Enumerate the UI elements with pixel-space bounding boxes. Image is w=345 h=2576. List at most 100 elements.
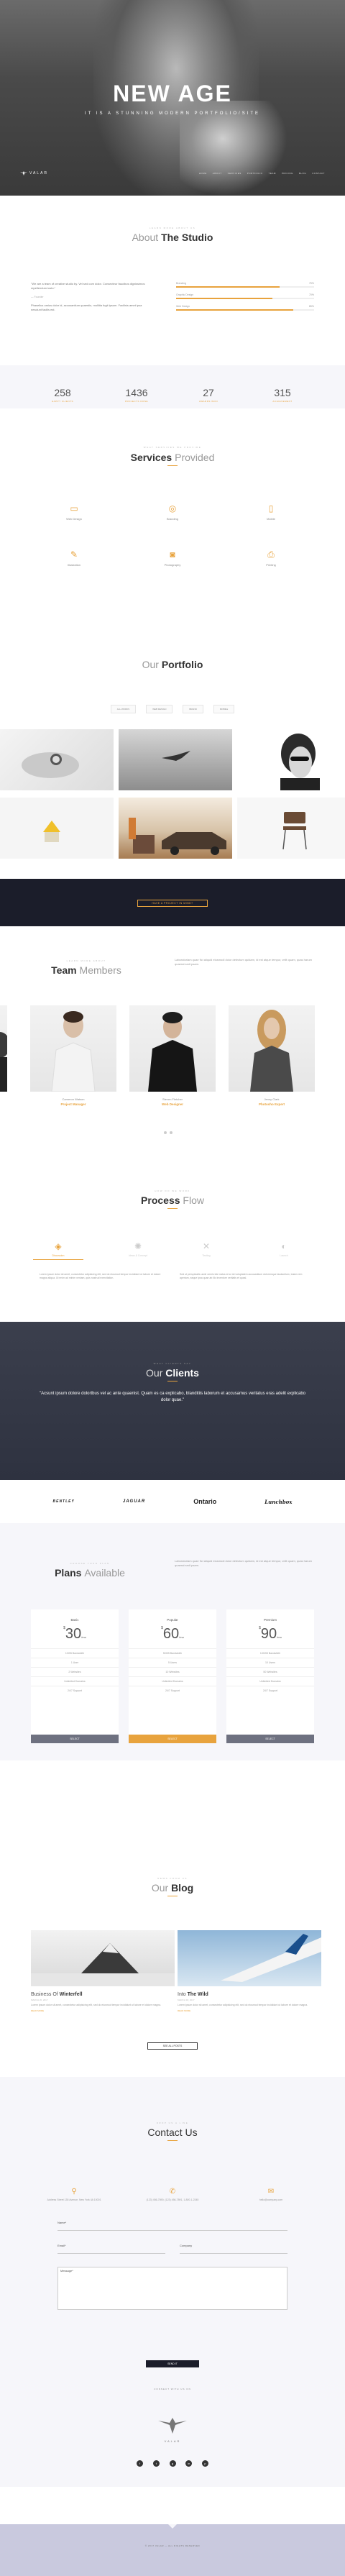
select-plan-button[interactable]: SELECT	[129, 1735, 216, 1743]
twitter-icon[interactable]: t	[152, 2460, 160, 2467]
envelope-icon: ✉	[267, 2188, 275, 2196]
about-author: — Founder	[31, 296, 44, 298]
nav-link-portfolio[interactable]: PORTFOLIO	[247, 172, 263, 175]
monitor-icon: ▭	[70, 503, 78, 513]
plan-feature: 10 Websites	[129, 1667, 216, 1676]
member-photo	[129, 1005, 216, 1092]
client-logos: BENTLEY JAGUAR Ontario Lunchbox	[0, 1480, 345, 1523]
back-to-top-icon[interactable]	[168, 2524, 177, 2529]
member-name: Cameron Watson	[62, 1097, 85, 1101]
step-testing[interactable]: ✕ Testing	[181, 1241, 231, 1257]
portfolio-section: Our Portfolio ALL WORKS WEB DESIGN BRAND…	[0, 588, 345, 898]
step-label: Testing	[202, 1254, 211, 1257]
select-plan-button[interactable]: SELECT	[31, 1735, 119, 1743]
filter-all[interactable]: ALL WORKS	[110, 705, 137, 713]
blog-post-1[interactable]: Business Of Winterfell MARCH 20, 2017 Lo…	[31, 1930, 175, 2012]
email-field[interactable]: Email*	[58, 2244, 165, 2254]
send-button[interactable]: SEND IT	[146, 2360, 199, 2367]
message-field[interactable]: Message*	[58, 2267, 288, 2310]
carousel-dot[interactable]	[164, 1131, 167, 1134]
portfolio-item-woman[interactable]	[237, 729, 345, 790]
team-title-light: Members	[79, 964, 121, 976]
nav-link-contact[interactable]: CONTACT	[312, 172, 325, 175]
team-member-3[interactable]: Jenny Clark Photosho Expert	[229, 1005, 315, 1106]
carousel-dot[interactable]	[170, 1131, 172, 1134]
step-discussion[interactable]: ◈ Discussion	[33, 1241, 83, 1260]
client-testimonial: "Acsunt ipsum dolore dolortbus vel ac an…	[40, 1392, 305, 1402]
service-illustration[interactable]: ✎ Illustration	[24, 549, 124, 567]
client-logo-jaguar[interactable]: JAGUAR	[123, 1499, 145, 1504]
plan-popular: Popular $60/mo 50GB Bandwidth 5 Users 10…	[129, 1609, 216, 1743]
portfolio-item-watch[interactable]	[0, 729, 114, 790]
plan-feature: 24/7 Support	[129, 1686, 216, 1695]
portfolio-item-chair[interactable]	[237, 798, 345, 859]
pinterest-icon[interactable]: p	[202, 2460, 208, 2467]
portfolio-item-car[interactable]	[119, 798, 232, 859]
team-kicker: LEARN MORE ABOUT	[66, 959, 106, 962]
blog-post-2[interactable]: Into The Wild MARCH 18, 2017 Lorem ipsum…	[178, 1930, 321, 2012]
client-logo-bentley[interactable]: BENTLEY	[53, 1499, 75, 1504]
team-member-prev	[0, 1005, 7, 1092]
nav-link-services[interactable]: SERVICES	[228, 172, 242, 175]
camera-icon: ◙	[170, 549, 175, 559]
skill-bar	[176, 286, 314, 288]
facebook-icon[interactable]: f	[137, 2460, 143, 2467]
services-title: Services Provided	[0, 452, 345, 463]
google-plus-icon[interactable]: g	[169, 2460, 176, 2467]
plan-feature: 5 Users	[129, 1658, 216, 1667]
footer-logo[interactable]: VALAR	[158, 2418, 187, 2443]
stat-achievement: 315 ACHIEVEMENT	[239, 387, 326, 403]
service-web-design[interactable]: ▭ Web Design	[24, 503, 124, 521]
contact-email-text[interactable]: hello@company.com	[221, 2198, 321, 2202]
nav-link-team[interactable]: TEAM	[269, 172, 276, 175]
tools-icon: ✕	[202, 1241, 211, 1251]
portfolio-item-bird[interactable]	[119, 729, 232, 790]
service-printing[interactable]: ⎙ Printing	[221, 549, 321, 567]
lemon-image	[43, 821, 60, 842]
nav-link-pricing[interactable]: PRICING	[282, 172, 293, 175]
step-ideas[interactable]: ✺ Ideas & Concept	[113, 1241, 163, 1257]
step-launch[interactable]: ◐ Launch	[259, 1241, 309, 1257]
project-cta-button[interactable]: HAVE A PROJECT IN MIND?	[137, 900, 208, 907]
company-field[interactable]: Company	[180, 2244, 288, 2254]
see-all-posts-button[interactable]: SEE ALL POSTS	[147, 2042, 198, 2050]
select-plan-button[interactable]: SELECT	[226, 1735, 314, 1743]
filter-brand[interactable]: BRAND	[183, 705, 203, 713]
about-section: LEARN MORE ABOUT US About The Studio "We…	[0, 196, 345, 360]
read-more-link[interactable]: READ MORE	[178, 2009, 321, 2012]
stat-number: 27	[203, 387, 214, 398]
copyright: © 2017 VALAR — ALL RIGHTS RESERVED	[144, 2544, 201, 2547]
client-logo-ontario[interactable]: Ontario	[193, 1498, 216, 1505]
skill-bar	[176, 298, 314, 299]
member-role: Project Manager	[60, 1102, 86, 1106]
service-branding[interactable]: ◎ Branding	[122, 503, 223, 521]
read-more-link[interactable]: READ MORE	[31, 2009, 175, 2012]
linkedin-icon[interactable]: in	[185, 2460, 193, 2467]
plan-name: Premium	[263, 1618, 277, 1622]
post-title-light: Into	[178, 1992, 186, 1997]
team-member-1[interactable]: Cameron Watson Project Manager	[30, 1005, 116, 1106]
main-nav: VALAR HOME ABOUT SERVICES PORTFOLIO TEAM…	[20, 170, 325, 177]
filter-web-design[interactable]: WEB DESIGN	[146, 705, 173, 713]
member-photo	[0, 1005, 7, 1092]
client-logo-lunchbox[interactable]: Lunchbox	[264, 1499, 292, 1505]
nav-link-about[interactable]: ABOUT	[213, 172, 222, 175]
filter-mobile[interactable]: MOBILE	[213, 705, 235, 713]
company-label: Company	[180, 2244, 193, 2247]
site-logo[interactable]: VALAR	[20, 171, 48, 175]
layers-icon: ◈	[55, 1241, 62, 1251]
printer-icon: ⎙	[267, 549, 275, 559]
service-photography[interactable]: ◙ Photography	[122, 549, 223, 567]
project-cta-banner: HAVE A PROJECT IN MIND?	[0, 879, 345, 926]
nav-link-home[interactable]: HOME	[199, 172, 207, 175]
team-member-2[interactable]: Steven Fletcher Web Designer	[129, 1005, 216, 1106]
name-field[interactable]: Name*	[58, 2221, 288, 2231]
plan-feature: 10 Users	[226, 1658, 314, 1667]
portfolio-title-light: Our	[142, 659, 159, 670]
plan-feature: 1 User	[31, 1658, 119, 1667]
nav-link-blog[interactable]: BLOG	[299, 172, 306, 175]
service-mobile[interactable]: ▯ Mobile	[221, 503, 321, 521]
mobile-icon: ▯	[268, 503, 274, 513]
plan-feature: 100GB Bandwidth	[226, 1648, 314, 1658]
portfolio-item-lemon[interactable]	[0, 798, 114, 859]
